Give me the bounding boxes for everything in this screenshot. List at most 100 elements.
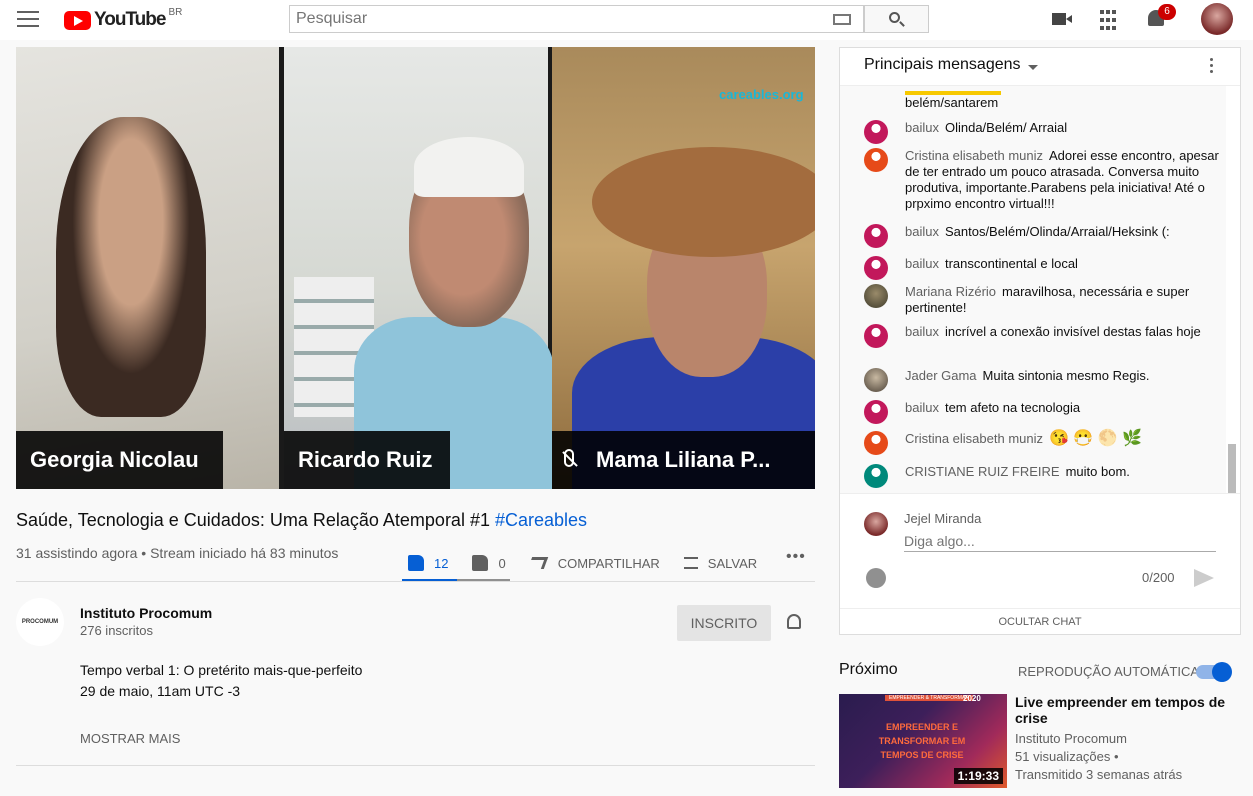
video-player[interactable]: careables.org Georgia Nicolau Ricardo Ru… <box>16 47 815 489</box>
up-next-title: Próximo <box>839 661 898 678</box>
chat-message: Jader Gama Muita sintonia mesmo Regis. <box>864 368 1224 392</box>
next-video-channel[interactable]: Instituto Procomum <box>1015 731 1127 746</box>
chat-author[interactable]: Cristina elisabeth muniz <box>905 431 1043 446</box>
show-more-button[interactable]: MOSTRAR MAIS <box>80 731 180 746</box>
logo-text: YouTube <box>94 9 166 30</box>
chat-message: bailux Olinda/Belém/ Arraial <box>864 120 1224 144</box>
next-video-thumbnail[interactable]: EMPREENDER & TRANSFORMAR 2020 EMPREENDER… <box>839 694 1007 788</box>
participant-pane-3 <box>552 47 815 489</box>
chat-message: bailux incrível a conexão invisível desta… <box>864 324 1224 348</box>
user-avatar <box>864 256 888 280</box>
chat-author[interactable]: Cristina elisabeth muniz <box>905 148 1043 163</box>
create-video-icon[interactable] <box>1052 13 1072 25</box>
careables-watermark: careables.org <box>719 87 804 102</box>
share-icon <box>527 557 548 569</box>
chat-author[interactable]: bailux <box>905 400 939 415</box>
notification-bell-icon[interactable] <box>787 614 801 629</box>
participant-figure <box>56 117 206 417</box>
emoji-icon[interactable] <box>866 568 886 588</box>
chat-message-text: muito bom. <box>1065 464 1130 479</box>
dislike-button[interactable]: 0 <box>472 555 506 571</box>
chat-composer: Jejel Miranda 0/200 OCULTAR CHAT <box>840 493 1240 635</box>
chat-author[interactable]: bailux <box>905 324 939 339</box>
user-avatar <box>864 464 888 488</box>
thumbnail-text: EMPREENDER E TRANSFORMAR EM TEMPOS DE CR… <box>878 722 966 760</box>
like-button[interactable]: 12 <box>408 555 448 571</box>
user-avatar <box>864 324 888 348</box>
next-video-age: Transmitido 3 semanas atrás <box>1015 767 1183 782</box>
dislike-count: 0 <box>498 555 506 571</box>
chat-author[interactable]: Jader Gama <box>905 368 977 383</box>
chat-author[interactable]: CRISTIANE RUIZ FREIRE <box>905 464 1060 479</box>
video-title: Saúde, Tecnologia e Cuidados: Uma Relaçã… <box>16 510 587 531</box>
participant-name: Ricardo Ruiz <box>284 431 450 489</box>
subscriber-count: 276 inscritos <box>80 623 153 638</box>
chat-author[interactable]: bailux <box>905 120 939 135</box>
menu-icon[interactable] <box>17 11 39 29</box>
like-count: 12 <box>434 555 449 571</box>
save-button[interactable]: SALVAR <box>683 556 757 571</box>
video-meta: 31 assistindo agora • Stream iniciado há… <box>16 545 339 561</box>
chat-emoji-message: 😘 😷 🌕 🌿 <box>1049 430 1143 447</box>
chat-author[interactable]: bailux <box>905 256 939 271</box>
current-user-name: Jejel Miranda <box>904 511 982 526</box>
chat-input[interactable] <box>904 530 1216 552</box>
playlist-add-icon <box>683 557 698 569</box>
next-video-title[interactable]: Live empreender em tempos de crise <box>1015 694 1235 726</box>
user-avatar <box>864 400 888 424</box>
autoplay-toggle[interactable] <box>1196 662 1232 682</box>
search-box <box>289 5 864 33</box>
channel-name[interactable]: Instituto Procomum <box>80 605 212 621</box>
thumbnail-year: 2020 <box>963 694 981 703</box>
participant-hat <box>592 147 815 257</box>
share-label: COMPARTILHAR <box>557 555 660 571</box>
more-actions-button[interactable]: ••• <box>786 548 806 566</box>
apps-icon[interactable] <box>1100 10 1118 32</box>
hide-chat-button[interactable]: OCULTAR CHAT <box>840 608 1240 635</box>
subscribe-button[interactable]: INSCRITO <box>677 605 771 641</box>
chat-message: bailux Santos/Belém/Olinda/Arraial/Heksin… <box>864 224 1224 248</box>
video-title-text: Saúde, Tecnologia e Cuidados: Uma Relaçã… <box>16 510 490 530</box>
top-bar: YouTube BR 6 <box>0 0 1253 40</box>
description-line: 29 de maio, 11am UTC -3 <box>80 683 241 699</box>
autoplay-label: REPRODUÇÃO AUTOMÁTICA <box>1018 664 1200 679</box>
thumbs-down-icon <box>472 555 489 571</box>
user-avatar <box>864 431 888 455</box>
notification-badge: 6 <box>1158 4 1176 20</box>
account-avatar[interactable] <box>1201 3 1233 35</box>
chat-message: bailux transcontinental e local <box>864 256 1224 280</box>
divider <box>16 581 815 582</box>
chat-author[interactable]: bailux <box>905 224 939 239</box>
chat-options-icon[interactable] <box>1210 58 1214 76</box>
send-icon[interactable] <box>1194 569 1214 587</box>
chevron-down-icon[interactable] <box>1028 65 1038 70</box>
keyboard-icon[interactable] <box>833 14 851 25</box>
chat-message-text: belém/santarem <box>905 95 999 110</box>
channel-avatar[interactable]: PROCOMUM <box>16 598 64 646</box>
chat-mode-dropdown[interactable]: Principais mensagens <box>864 56 1021 74</box>
participant-name: Mama Liliana P... <box>596 447 771 472</box>
participant-cap <box>414 137 524 197</box>
user-avatar <box>864 368 888 392</box>
search-button[interactable] <box>864 5 929 33</box>
chat-message: Cristina elisabeth muniz Adorei esse enco… <box>864 148 1224 212</box>
share-button[interactable]: COMPARTILHAR <box>527 555 660 571</box>
chat-message-text: incrível a conexão invisível destas fala… <box>944 324 1201 339</box>
participant-name-muted: Mama Liliana P... <box>552 431 815 489</box>
participant-pane-2 <box>284 47 554 489</box>
user-avatar <box>864 284 888 308</box>
char-counter: 0/200 <box>1142 570 1175 585</box>
search-input[interactable] <box>290 6 810 32</box>
youtube-logo[interactable]: YouTube BR <box>64 6 183 31</box>
chat-author[interactable]: Mariana Rizério <box>905 284 996 299</box>
chat-messages[interactable]: belém/santarem bailux Olinda/Belém/ Arrai… <box>840 86 1226 493</box>
chat-header: Principais mensagens <box>840 48 1240 86</box>
hashtag-link[interactable]: #Careables <box>495 510 587 530</box>
chat-scrollbar[interactable] <box>1228 444 1236 494</box>
country-code: BR <box>168 6 183 18</box>
chat-message: Cristina elisabeth muniz 😘 😷 🌕 🌿 <box>864 430 1224 455</box>
participant-pane-1 <box>16 47 279 489</box>
chat-message: Mariana Rizério maravilhosa, necessária e… <box>864 284 1224 316</box>
live-chat: Principais mensagens belém/santarem bail… <box>839 47 1241 635</box>
chat-message-text: Muita sintonia mesmo Regis. <box>982 368 1150 383</box>
